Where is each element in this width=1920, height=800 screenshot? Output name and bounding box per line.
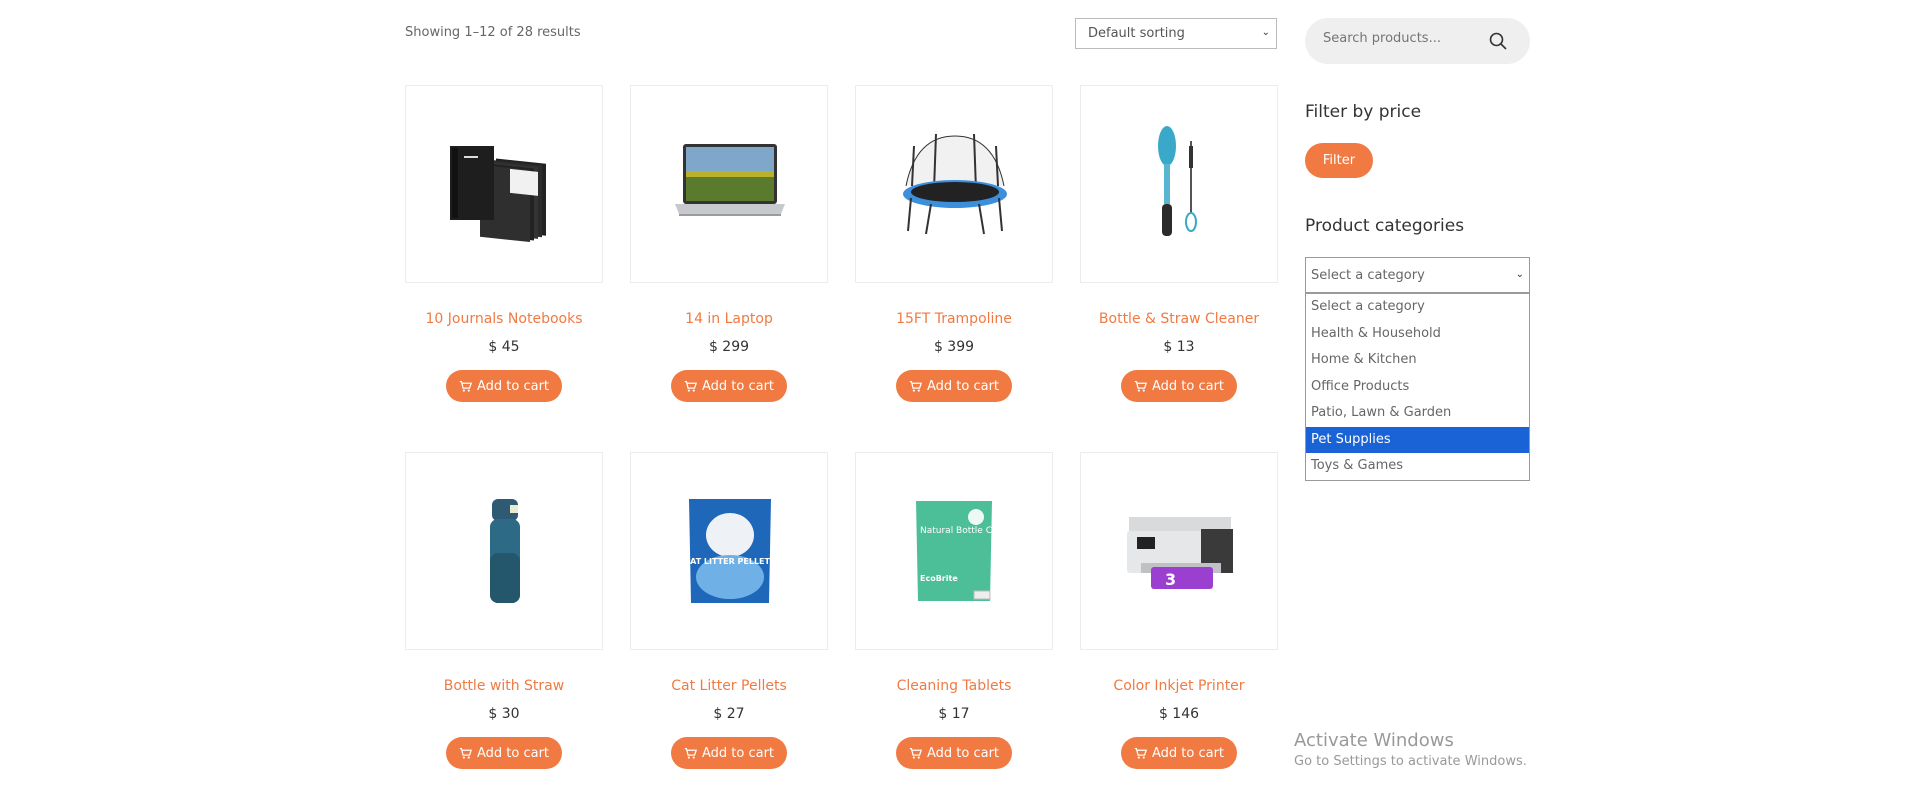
add-to-cart-button[interactable]: Add to cart: [1121, 737, 1237, 769]
add-to-cart-label: Add to cart: [701, 378, 775, 394]
category-select-value: Select a category: [1311, 268, 1425, 283]
search-input[interactable]: [1323, 31, 1483, 46]
add-to-cart-button[interactable]: Add to cart: [446, 737, 562, 769]
product-image[interactable]: [1080, 85, 1278, 283]
product-search: [1305, 18, 1530, 64]
cart-icon: [684, 380, 697, 392]
activate-windows-watermark: Activate Windows Go to Settings to activ…: [1294, 730, 1527, 769]
category-option[interactable]: Health & Household: [1306, 321, 1529, 348]
laptop-image: [675, 144, 785, 216]
product-image[interactable]: [405, 452, 603, 650]
cart-icon: [909, 380, 922, 392]
product-name[interactable]: 15FT Trampoline: [855, 311, 1053, 327]
trampoline-image: [903, 133, 1007, 235]
result-count: Showing 1–12 of 28 results: [405, 25, 581, 40]
product-name[interactable]: Bottle & Straw Cleaner: [1080, 311, 1278, 327]
product-card: Bottle with Straw $ 30 Add to cart: [405, 452, 603, 769]
svg-text:EcoBrite: EcoBrite: [920, 574, 958, 583]
filter-price-title: Filter by price: [1305, 102, 1422, 122]
sorting-select-value: Default sorting: [1088, 26, 1185, 41]
category-dropdown: Select a category Health & Household Hom…: [1305, 293, 1530, 481]
svg-text:3: 3: [1165, 570, 1176, 589]
cart-icon: [684, 747, 697, 759]
product-price: $ 399: [933, 339, 975, 355]
watermark-title: Activate Windows: [1294, 730, 1454, 751]
product-price: $ 30: [488, 706, 520, 722]
svg-text:Natural Bottle Cleaning Tablet: Natural Bottle Cleaning Tablets: [920, 526, 1053, 536]
brush-image: [1158, 126, 1197, 236]
product-card: 14 in Laptop $ 299 Add to cart: [630, 85, 828, 402]
product-name[interactable]: Cleaning Tablets: [855, 678, 1053, 694]
add-to-cart-button[interactable]: Add to cart: [1121, 370, 1237, 402]
sorting-select[interactable]: Default sorting ⌄: [1075, 18, 1277, 49]
bottle-image: [490, 499, 520, 603]
add-to-cart-label: Add to cart: [926, 745, 1000, 761]
filter-button[interactable]: Filter: [1305, 143, 1373, 178]
product-price: $ 13: [1163, 339, 1195, 355]
printer-image: 3: [1127, 517, 1233, 589]
svg-text:CAT LITTER PELLETS: CAT LITTER PELLETS: [684, 557, 776, 566]
product-name[interactable]: Bottle with Straw: [405, 678, 603, 694]
cart-icon: [909, 747, 922, 759]
add-to-cart-button[interactable]: Add to cart: [446, 370, 562, 402]
cat-litter-image: CAT LITTER PELLETS: [684, 499, 776, 603]
add-to-cart-label: Add to cart: [1151, 745, 1225, 761]
add-to-cart-button[interactable]: Add to cart: [671, 737, 787, 769]
product-price: $ 146: [1158, 706, 1200, 722]
product-card: Natural Bottle Cleaning Tablets EcoBrite…: [855, 452, 1053, 769]
search-icon[interactable]: [1488, 31, 1508, 51]
add-to-cart-label: Add to cart: [476, 378, 550, 394]
category-select[interactable]: Select a category ⌄: [1305, 257, 1530, 293]
cart-icon: [459, 380, 472, 392]
product-name[interactable]: Color Inkjet Printer: [1080, 678, 1278, 694]
product-categories-title: Product categories: [1305, 216, 1465, 236]
product-image[interactable]: Natural Bottle Cleaning Tablets EcoBrite: [855, 452, 1053, 650]
product-image[interactable]: [855, 85, 1053, 283]
product-image[interactable]: CAT LITTER PELLETS: [630, 452, 828, 650]
product-card: 3 Color Inkjet Printer $ 146 Add to cart: [1080, 452, 1278, 769]
product-name[interactable]: 14 in Laptop: [630, 311, 828, 327]
category-option[interactable]: Toys & Games: [1306, 453, 1529, 480]
cart-icon: [1134, 380, 1147, 392]
product-price: $ 27: [713, 706, 745, 722]
product-image[interactable]: [405, 85, 603, 283]
category-option[interactable]: Home & Kitchen: [1306, 347, 1529, 374]
product-card: Bottle & Straw Cleaner $ 13 Add to cart: [1080, 85, 1278, 402]
add-to-cart-button[interactable]: Add to cart: [896, 370, 1012, 402]
product-price: $ 17: [938, 706, 970, 722]
tablets-image: Natural Bottle Cleaning Tablets EcoBrite: [916, 501, 1053, 601]
add-to-cart-label: Add to cart: [476, 745, 550, 761]
add-to-cart-label: Add to cart: [1151, 378, 1225, 394]
product-image[interactable]: 3: [1080, 452, 1278, 650]
cart-icon: [459, 747, 472, 759]
add-to-cart-label: Add to cart: [701, 745, 775, 761]
add-to-cart-label: Add to cart: [926, 378, 1000, 394]
add-to-cart-button[interactable]: Add to cart: [671, 370, 787, 402]
cart-icon: [1134, 747, 1147, 759]
category-option-highlighted[interactable]: Pet Supplies: [1306, 426, 1529, 453]
product-price: $ 299: [708, 339, 750, 355]
product-image[interactable]: [630, 85, 828, 283]
notebooks-image: [450, 146, 546, 243]
product-name[interactable]: 10 Journals Notebooks: [405, 311, 603, 327]
category-option[interactable]: Patio, Lawn & Garden: [1306, 400, 1529, 427]
category-option[interactable]: Office Products: [1306, 374, 1529, 401]
chevron-down-icon: ⌄: [1515, 269, 1524, 280]
product-price: $ 45: [488, 339, 520, 355]
product-card: 15FT Trampoline $ 399 Add to cart: [855, 85, 1053, 402]
product-name[interactable]: Cat Litter Pellets: [630, 678, 828, 694]
category-option[interactable]: Select a category: [1306, 294, 1529, 321]
chevron-down-icon: ⌄: [1261, 27, 1270, 38]
watermark-subtitle: Go to Settings to activate Windows.: [1294, 754, 1527, 769]
add-to-cart-button[interactable]: Add to cart: [896, 737, 1012, 769]
product-card: 10 Journals Notebooks $ 45 Add to cart: [405, 85, 603, 402]
product-card: CAT LITTER PELLETS Cat Litter Pellets $ …: [630, 452, 828, 769]
